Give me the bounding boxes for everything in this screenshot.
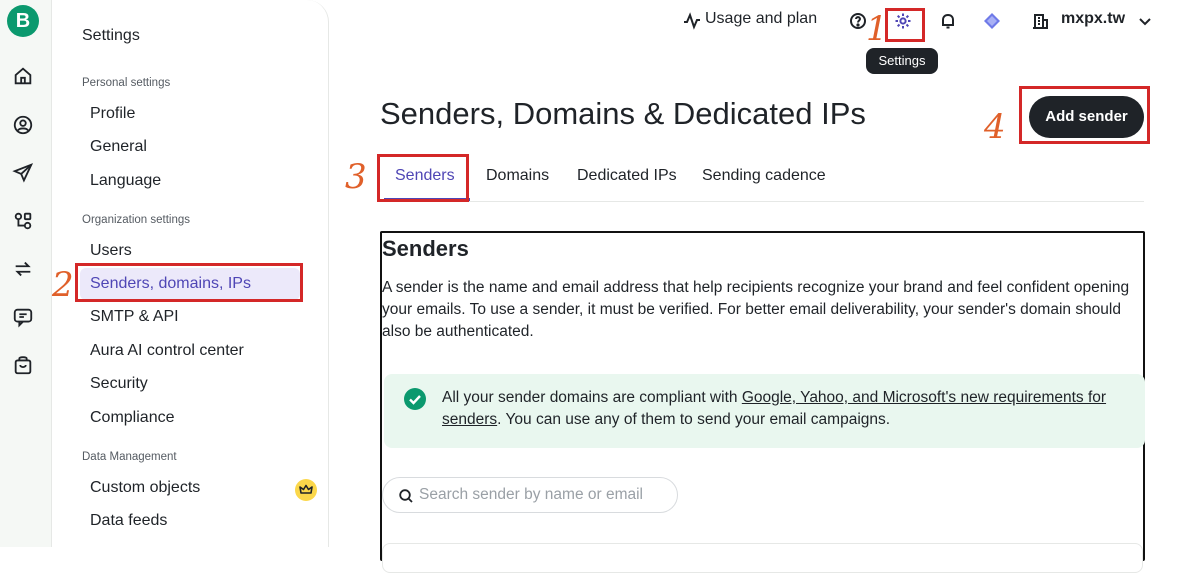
- sidebar-item-data-feeds[interactable]: Data feeds: [80, 505, 300, 537]
- sidebar-item-security[interactable]: Security: [80, 368, 300, 400]
- senders-card: Senders A sender is the name and email a…: [380, 231, 1145, 573]
- annotation-box-senders-item: [75, 263, 303, 302]
- sidebar-item-smtp-api[interactable]: SMTP & API: [80, 301, 300, 333]
- banner-prefix: All your sender domains are compliant wi…: [442, 389, 742, 406]
- diamond-icon[interactable]: [982, 11, 1002, 31]
- settings-tooltip: Settings: [866, 48, 938, 74]
- section-personal-settings: Personal settings: [82, 77, 171, 89]
- search-icon: [398, 488, 414, 504]
- nav-rail: B: [0, 0, 52, 547]
- tab-dedicated-ips[interactable]: Dedicated IPs: [577, 167, 677, 185]
- banner-suffix: . You can use any of them to send your e…: [497, 411, 891, 428]
- contacts-icon[interactable]: [12, 114, 34, 136]
- transactional-icon[interactable]: [12, 258, 34, 280]
- card-title: Senders: [382, 236, 469, 261]
- chevron-down-icon[interactable]: [1135, 11, 1155, 31]
- home-icon[interactable]: [12, 65, 34, 87]
- organization-icon: [1031, 11, 1051, 31]
- sender-list: [382, 543, 1143, 573]
- section-data-management: Data Management: [82, 451, 177, 463]
- conversations-icon[interactable]: [12, 306, 34, 328]
- tab-domains[interactable]: Domains: [486, 167, 549, 185]
- annotation-box-settings: [885, 8, 925, 42]
- help-icon[interactable]: [848, 11, 868, 31]
- account-name[interactable]: mxpx.tw: [1061, 10, 1125, 28]
- check-circle-icon: [404, 388, 426, 410]
- sidebar-item-custom-objects[interactable]: Custom objects: [80, 472, 317, 504]
- crown-icon: [295, 479, 317, 501]
- sender-search-box[interactable]: [382, 477, 678, 513]
- annotation-box-add-sender: [1019, 86, 1150, 144]
- sidebar-item-general[interactable]: General: [80, 131, 300, 163]
- annotation-number-2: 2: [52, 265, 74, 305]
- automations-icon[interactable]: [12, 210, 34, 232]
- section-organization-settings: Organization settings: [82, 214, 191, 226]
- sidebar-item-language[interactable]: Language: [80, 165, 300, 197]
- card-description: A sender is the name and email address t…: [382, 279, 1130, 340]
- sidebar-item-aura-ai[interactable]: Aura AI control center: [80, 335, 300, 367]
- sales-icon[interactable]: [12, 354, 34, 376]
- annotation-number-1: 1: [866, 9, 888, 49]
- banner-text: All your sender domains are compliant wi…: [442, 387, 1132, 431]
- compliance-banner: All your sender domains are compliant wi…: [384, 374, 1145, 448]
- bell-icon[interactable]: [938, 11, 958, 31]
- sidebar-item-compliance[interactable]: Compliance: [80, 402, 300, 434]
- page-title: Senders, Domains & Dedicated IPs: [380, 96, 866, 131]
- sidebar-item-profile[interactable]: Profile: [80, 98, 300, 130]
- tab-bar: Senders Domains Dedicated IPs Sending ca…: [380, 160, 1144, 202]
- campaigns-icon[interactable]: [12, 162, 34, 184]
- sidebar-title: Settings: [82, 27, 140, 44]
- annotation-number-4: 4: [984, 107, 1006, 147]
- search-input[interactable]: [419, 485, 669, 505]
- annotation-number-3: 3: [345, 157, 367, 197]
- sidebar-item-label: Custom objects: [90, 479, 201, 496]
- tab-sending-cadence[interactable]: Sending cadence: [702, 167, 826, 185]
- usage-and-plan-link[interactable]: Usage and plan: [705, 10, 817, 28]
- brand-logo[interactable]: B: [7, 5, 39, 37]
- annotation-box-senders-tab: [377, 154, 469, 202]
- activity-icon[interactable]: [682, 11, 702, 31]
